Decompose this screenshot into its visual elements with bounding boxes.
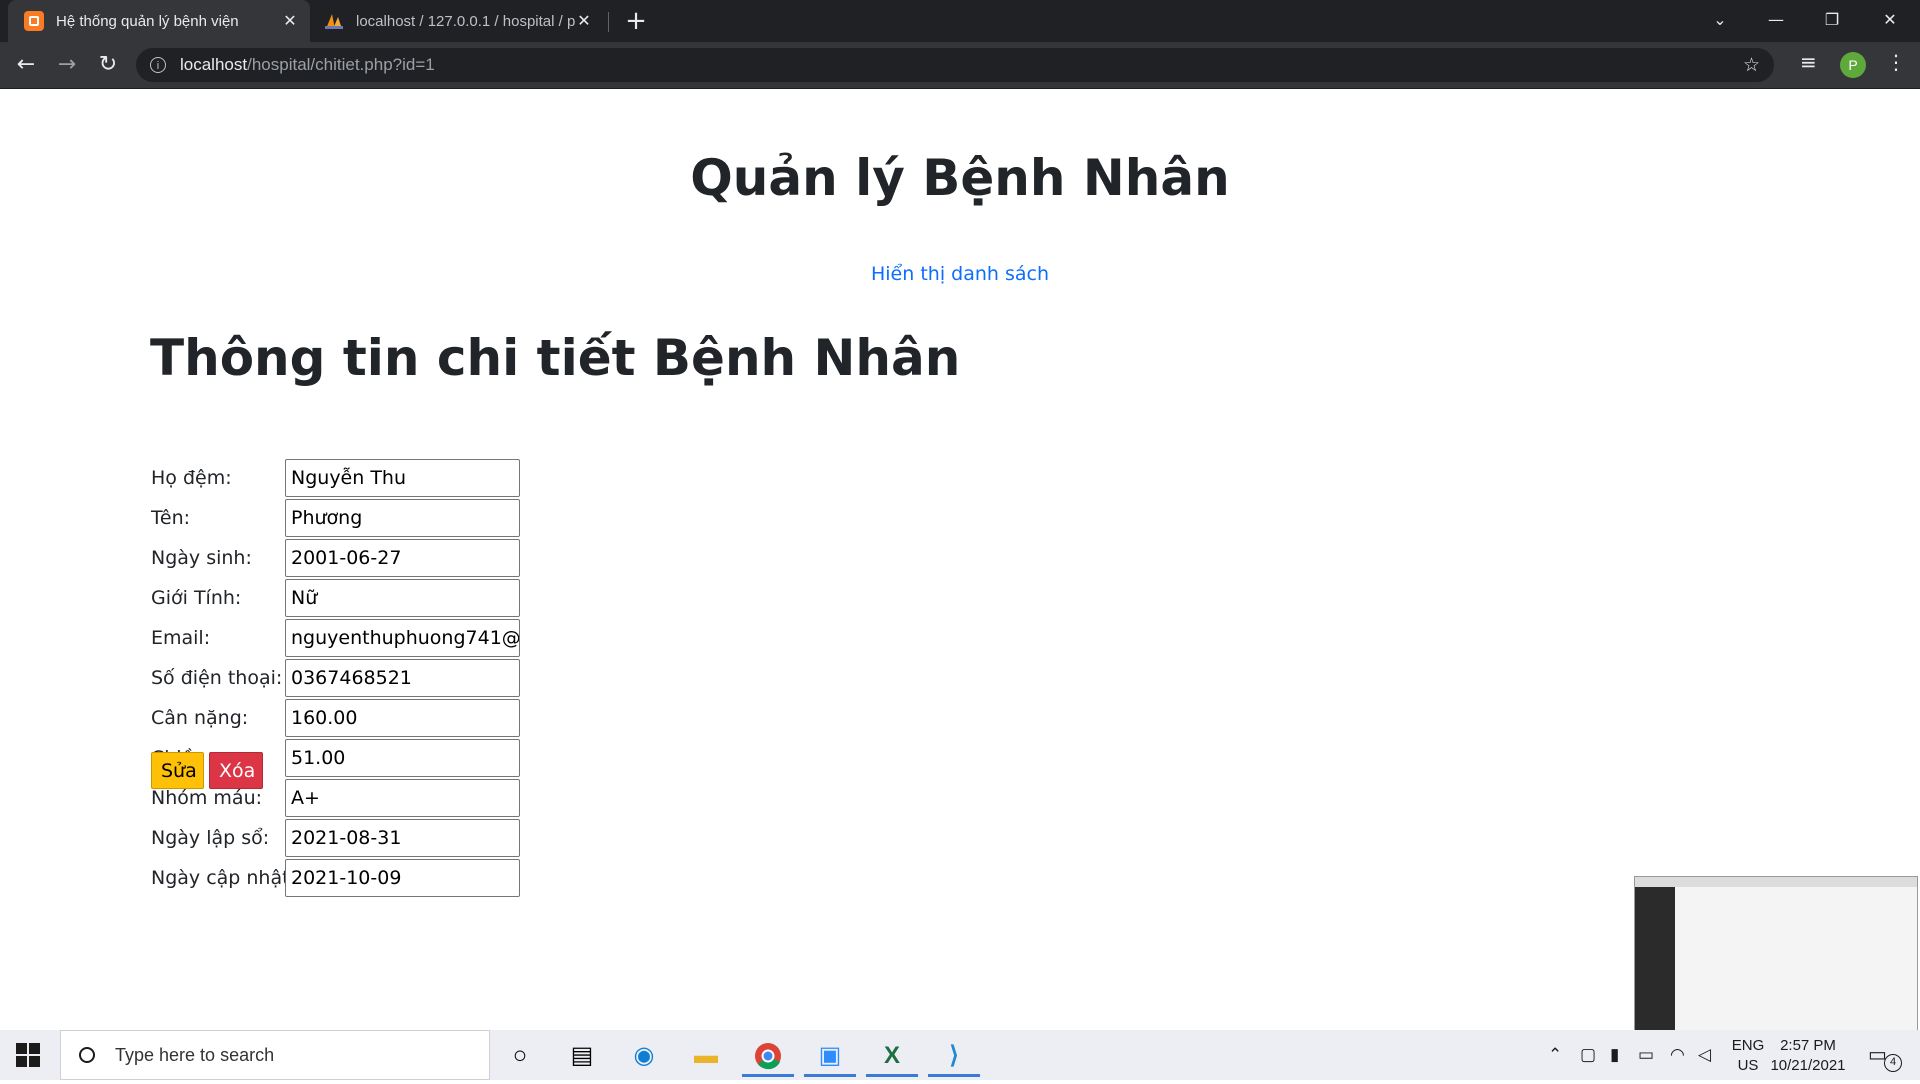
site-info-icon[interactable]: i — [150, 57, 166, 73]
height-input[interactable]: 51.00 — [285, 739, 520, 777]
tab-search-icon[interactable]: ⌄ — [1692, 0, 1748, 40]
search-icon — [79, 1047, 95, 1063]
chrome-logo-icon — [755, 1043, 781, 1070]
address-bar[interactable]: i localhost/hospital/chitiet.php?id=1 ☆ — [136, 48, 1774, 82]
field-label: Tên: — [151, 507, 191, 529]
reload-icon[interactable]: ↻ — [90, 47, 126, 83]
field-row-updated-date: Ngày cập nhật: 2021-10-09 — [150, 859, 550, 899]
volume-icon[interactable]: ◁ — [1698, 1030, 1711, 1080]
minimize-button[interactable]: — — [1748, 0, 1804, 40]
new-tab-button[interactable]: + — [620, 6, 652, 38]
field-row-gender: Giới Tính: Nữ — [150, 579, 550, 619]
windows-taskbar: Type here to search ○ ▤ ◉ ▬ ▣ X ⟩ ⌃ ▢ ▮ … — [0, 1030, 1920, 1080]
field-label: Họ đệm: — [151, 467, 232, 489]
birthdate-input[interactable]: 2001-06-27 — [285, 539, 520, 577]
field-label: Email: — [151, 627, 211, 649]
updated-date-input[interactable]: 2021-10-09 — [285, 859, 520, 897]
restore-button[interactable]: ❐ — [1804, 0, 1860, 40]
notification-center-icon[interactable]: ▭ 4 — [1868, 1042, 1902, 1072]
bookmark-star-icon[interactable]: ☆ — [1743, 54, 1760, 77]
delete-button[interactable]: Xóa — [209, 752, 263, 789]
edit-button[interactable]: Sửa — [151, 752, 204, 789]
field-row-first-name: Tên: Phương — [150, 499, 550, 539]
email-input[interactable]: nguyenthuphuong741@g — [285, 619, 520, 657]
url-path: /hospital/chitiet.php?id=1 — [247, 55, 435, 74]
show-list-link[interactable]: Hiển thị danh sách — [0, 263, 1920, 285]
close-window-button[interactable]: ✕ — [1862, 0, 1918, 40]
blood-type-input[interactable]: A+ — [285, 779, 520, 817]
weight-input[interactable]: 160.00 — [285, 699, 520, 737]
field-row-phone: Số điện thoại: 0367468521 — [150, 659, 550, 699]
tab-phpmyadmin[interactable]: localhost / 127.0.0.1 / hospital / p ✕ — [314, 0, 604, 42]
url-host: localhost — [180, 55, 248, 74]
input-language-indicator[interactable]: ENG US — [1730, 1036, 1766, 1076]
clock-date: 10/21/2021 — [1770, 1057, 1846, 1074]
field-label: Giới Tính: — [151, 587, 242, 609]
show-hidden-icons-icon[interactable]: ⌃ — [1548, 1030, 1562, 1080]
created-date-input[interactable]: 2021-08-31 — [285, 819, 520, 857]
thumbnail-sidebar — [1635, 887, 1675, 1031]
tab-separator — [608, 12, 609, 32]
field-label: Ngày sinh: — [151, 547, 252, 569]
field-label: Nhóm máu: — [151, 787, 263, 809]
cortana-icon[interactable]: ○ — [494, 1035, 546, 1077]
field-label: Ngày cập nhật: — [151, 867, 296, 889]
notification-count-badge: 4 — [1884, 1054, 1902, 1072]
media-control-icon[interactable]: ≡ — [1800, 50, 1817, 74]
browser-menu-icon[interactable]: ⋮ — [1886, 50, 1906, 74]
lang-code: ENG — [1731, 1037, 1765, 1054]
windows-start-icon[interactable] — [16, 1043, 40, 1067]
tab-close-icon[interactable]: ✕ — [282, 11, 298, 31]
field-row-weight: Cân nặng: 160.00 — [150, 699, 550, 739]
browser-toolbar: ← → ↻ i localhost/hospital/chitiet.php?i… — [0, 42, 1920, 89]
field-row-created-date: Ngày lập sổ: 2021-08-31 — [150, 819, 550, 859]
chrome-icon[interactable] — [742, 1035, 794, 1077]
xampp-favicon-icon — [24, 11, 44, 31]
battery-icon[interactable]: ▭ — [1638, 1030, 1654, 1080]
wifi-icon[interactable]: ◠ — [1670, 1030, 1685, 1080]
profile-avatar[interactable]: P — [1840, 52, 1866, 78]
back-icon[interactable]: ← — [8, 47, 44, 83]
phone-input[interactable]: 0367468521 — [285, 659, 520, 697]
lang-region: US — [1737, 1057, 1759, 1074]
tab-title: localhost / 127.0.0.1 / hospital / p — [356, 12, 576, 30]
microphone-icon[interactable]: ▮ — [1610, 1030, 1619, 1080]
field-row-email: Email: nguyenthuphuong741@g — [150, 619, 550, 659]
field-label: Cân nặng: — [151, 707, 249, 729]
excel-icon[interactable]: X — [866, 1035, 918, 1077]
field-row-birthdate: Ngày sinh: 2001-06-27 — [150, 539, 550, 579]
thumbnail-titlebar — [1635, 877, 1917, 887]
taskbar-search-box[interactable]: Type here to search — [60, 1030, 490, 1080]
gender-input[interactable]: Nữ — [285, 579, 520, 617]
task-view-icon[interactable]: ▤ — [556, 1035, 608, 1077]
page-content: Quản lý Bệnh Nhân Hiển thị danh sách Thô… — [0, 89, 1920, 1029]
zoom-icon[interactable]: ▣ — [804, 1035, 856, 1077]
field-label: Ngày lập sổ: — [151, 827, 270, 849]
page-title: Quản lý Bệnh Nhân — [690, 149, 1230, 207]
meet-now-icon[interactable]: ▢ — [1580, 1030, 1596, 1080]
file-explorer-icon[interactable]: ▬ — [680, 1035, 732, 1077]
field-row-last-middle-name: Họ đệm: Nguyễn Thu — [150, 459, 550, 499]
phpmyadmin-favicon-icon — [325, 14, 343, 29]
tab-title: Hệ thống quản lý bệnh viện — [56, 12, 239, 30]
detail-heading: Thông tin chi tiết Bệnh Nhân — [150, 329, 961, 387]
forward-icon[interactable]: → — [49, 47, 85, 83]
clock-time: 2:57 PM — [1780, 1037, 1836, 1054]
search-placeholder: Type here to search — [115, 1044, 275, 1065]
edge-icon[interactable]: ◉ — [618, 1035, 670, 1077]
screen-share-thumbnail[interactable] — [1634, 876, 1918, 1032]
vscode-icon[interactable]: ⟩ — [928, 1035, 980, 1077]
browser-tab-bar: Hệ thống quản lý bệnh viện ✕ localhost /… — [0, 0, 1920, 42]
tab-close-icon[interactable]: ✕ — [576, 11, 592, 31]
first-name-input[interactable]: Phương — [285, 499, 520, 537]
last-middle-name-input[interactable]: Nguyễn Thu — [285, 459, 520, 497]
taskbar-clock[interactable]: 2:57 PM 10/21/2021 — [1770, 1036, 1846, 1076]
tab-hospital-system[interactable]: Hệ thống quản lý bệnh viện ✕ — [8, 0, 310, 42]
field-label: Số điện thoại: — [151, 667, 283, 689]
